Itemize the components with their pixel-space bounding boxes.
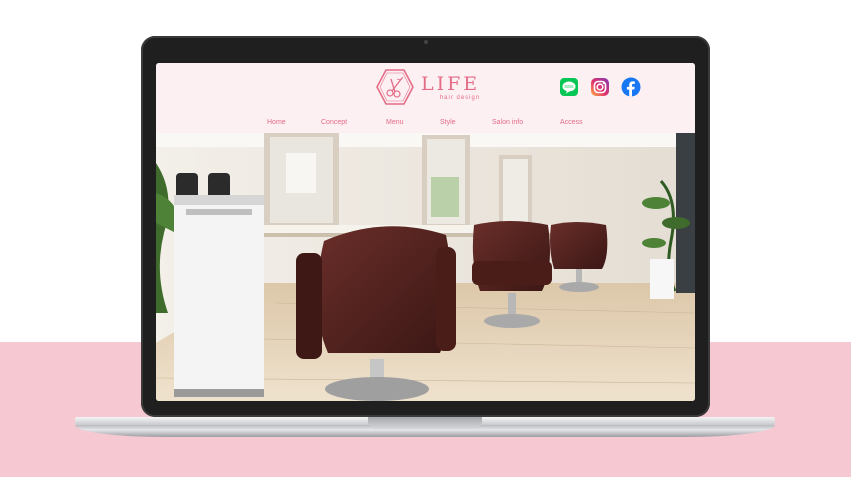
nav-item-access[interactable]: Access: [560, 119, 583, 126]
nav-item-menu[interactable]: Menu: [386, 119, 404, 126]
webcam: [424, 40, 428, 44]
logo-text: LIFE hair design: [421, 74, 480, 101]
laptop-base: [75, 417, 775, 439]
logo-subtitle: hair design: [439, 94, 481, 101]
nav-item-style[interactable]: Style: [440, 119, 456, 126]
line-icon[interactable]: [559, 77, 579, 97]
main-nav: Home Concept Menu Style Salon info Acces…: [156, 119, 695, 133]
nav-item-concept[interactable]: Concept: [321, 119, 347, 126]
logo-hexagon-icon: [376, 69, 414, 105]
laptop-opening-notch: [368, 417, 482, 429]
laptop-screen: LIFE hair design Home Concept Menu Style…: [156, 63, 695, 401]
hero-image: [156, 133, 695, 401]
laptop-lid: LIFE hair design Home Concept Menu Style…: [141, 36, 710, 417]
nav-item-salon-info[interactable]: Salon info: [492, 119, 523, 126]
salon-interior-photo: [156, 133, 695, 401]
instagram-icon[interactable]: [590, 77, 610, 97]
social-links: [559, 77, 641, 97]
logo-title: LIFE: [421, 72, 481, 95]
site-header: LIFE hair design Home Concept Menu Style…: [156, 63, 695, 133]
site-logo[interactable]: LIFE hair design: [375, 67, 480, 107]
nav-item-home[interactable]: Home: [267, 119, 286, 126]
facebook-icon[interactable]: [621, 77, 641, 97]
